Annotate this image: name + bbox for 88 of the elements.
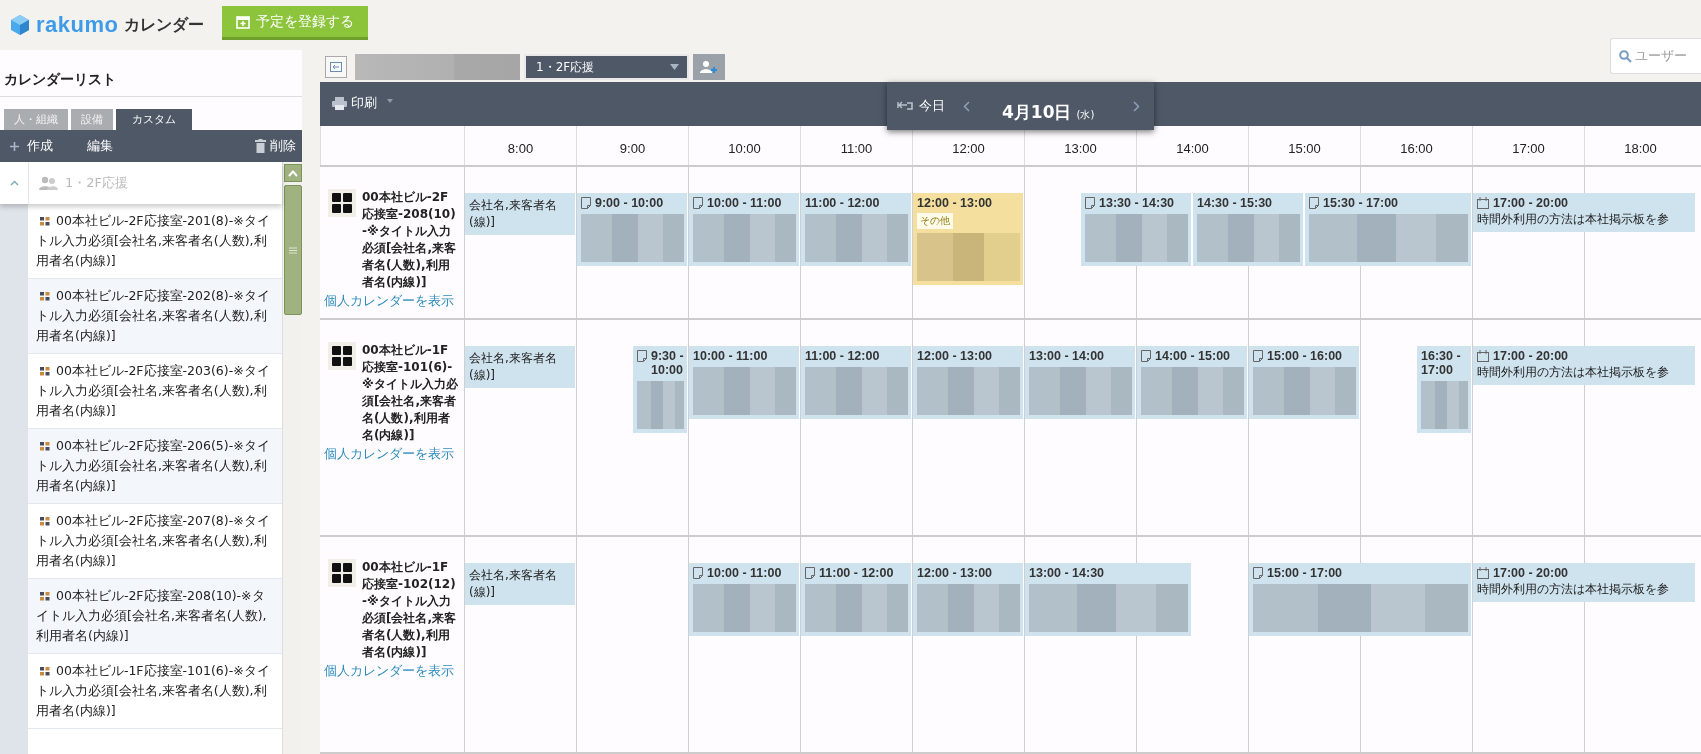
event-time: 17:00 - 20:00 [1493,566,1569,580]
hour-label: 9:00 [576,126,688,165]
event-card[interactable]: 12:00 - 13:00 [913,346,1023,419]
event-card[interactable]: 15:00 - 16:00 [1249,346,1359,419]
print-button[interactable]: 印刷 [332,94,377,112]
event-time: 15:30 - 17:00 [1323,196,1399,210]
product-name: カレンダー [124,14,205,36]
event-card[interactable]: 17:00 - 20:00 時間外利用の方法は本社掲示板を参 [1473,193,1695,232]
calendar-list-item[interactable]: 00本社ビル-2F応接室-202(8)-※タイトル入力必須[会社名,来客者名(人数),利用者名(内線)] [28,279,282,354]
hour-label: 11:00 [800,126,912,165]
event-card[interactable]: 16:30 - 17:00 [1417,346,1471,433]
event-tag: その他 [917,213,953,229]
event-card[interactable]: 10:00 - 11:00 [689,346,799,419]
hour-label: 17:00 [1472,126,1584,165]
calendar-dropdown[interactable]: 1・2F応援 [524,54,689,80]
event-card[interactable]: 17:00 - 20:00 時間外利用の方法は本社掲示板を参 [1473,346,1695,385]
event-card[interactable]: 13:30 - 14:30 [1081,193,1191,266]
tab[interactable]: カスタム [116,109,192,130]
room-name: 00本社ビル-1F応接室-101(6)-※タイトル入力必須[会社名,来客者名(人数),利用者名(内線)] [362,342,459,444]
room-name: 00本社ビル-1F応接室-102(12)-※タイトル入力必須[会社名,来客者名(人数),利用者名(内線)] [362,559,458,661]
event-time: 10:00 - 11:00 [707,566,782,580]
event-time: 14:00 - 15:00 [1155,349,1231,363]
event-time: 10:00 - 11:00 [707,196,782,210]
today-button[interactable]: 今日 [897,97,945,115]
event-card[interactable]: 14:00 - 15:00 [1137,346,1247,419]
event-time: 11:00 - 12:00 [805,349,880,363]
event-text: 会社名,来客者名(線)] [469,197,558,231]
hour-label: 14:00 [1136,126,1248,165]
event-card[interactable]: 11:00 - 12:00 [801,193,911,266]
event-time: 12:00 - 13:00 [917,349,993,363]
event-card[interactable]: 12:00 - 13:00 [913,563,1023,636]
room-name: 00本社ビル-2F応接室-208(10)-※タイトル入力必須[会社名,来客者名(人数),利用者名(内線)] [362,189,458,291]
event-card[interactable]: 会社名,来客者名(線)] [465,346,575,388]
hour-label: 18:00 [1584,126,1696,165]
event-card[interactable]: 13:00 - 14:30 [1025,563,1191,636]
group-name: 1・2F応援 [65,174,129,192]
event-text: 時間外利用の方法は本社掲示板を参 [1477,364,1670,381]
event-card[interactable]: 11:00 - 12:00 [801,346,911,419]
event-time: 13:30 - 14:30 [1099,196,1175,210]
event-time: 13:00 - 14:00 [1029,349,1105,363]
personal-calendar-link[interactable]: 個人カレンダーを表示 [324,293,460,310]
event-card[interactable]: 17:00 - 20:00 時間外利用の方法は本社掲示板を参 [1473,563,1695,602]
hour-label: 15:00 [1248,126,1360,165]
event-time: 9:00 - 10:00 [595,196,664,210]
event-text: 会社名,来客者名(線)] [469,567,558,601]
event-time: 11:00 - 12:00 [805,196,880,210]
event-time: 17:00 - 20:00 [1493,349,1569,363]
event-card[interactable]: 10:00 - 11:00 [689,193,799,266]
toolbar-button[interactable]: 削除 [255,137,296,155]
calendar-list-item[interactable]: 00本社ビル-2F応接室-206(5)-※タイトル入力必須[会社名,来客者名(人数),利用者名(内線)] [28,429,282,504]
event-text: 会社名,来客者名(線)] [469,350,558,384]
event-card[interactable]: 11:00 - 12:00 [801,563,911,636]
event-card[interactable]: 15:30 - 17:00 [1305,193,1471,266]
event-card[interactable]: 10:00 - 11:00 [689,563,799,636]
event-time: 11:00 - 12:00 [819,566,894,580]
event-time: 10:00 - 11:00 [693,349,768,363]
event-card[interactable]: 13:00 - 14:00 [1025,346,1135,419]
event-text: 時間外利用の方法は本社掲示板を参 [1477,211,1670,228]
event-card[interactable]: 12:00 - 13:00 その他 [913,193,1023,285]
event-card[interactable]: 9:30 - 10:00 [633,346,687,433]
hour-label: 10:00 [688,126,800,165]
toolbar-button[interactable]: 作成 [10,137,53,155]
event-time: 17:00 - 20:00 [1493,196,1569,210]
hour-label: 8:00 [464,126,576,165]
event-card[interactable]: 会社名,来客者名(線)] [465,563,575,605]
event-time: 12:00 - 13:00 [917,566,993,580]
event-time: 15:00 - 16:00 [1267,349,1343,363]
event-card[interactable]: 14:30 - 15:30 [1193,193,1303,266]
event-time: 15:00 - 17:00 [1267,566,1343,580]
toolbar-button[interactable]: 編集 [87,137,113,155]
event-time: 9:30 - 10:00 [651,349,684,377]
event-card[interactable]: 会社名,来客者名(線)] [465,193,575,235]
hour-label: 16:00 [1360,126,1472,165]
hour-label: 13:00 [1024,126,1136,165]
logo-text: rakumo [36,12,119,38]
event-text: 時間外利用の方法は本社掲示板を参 [1477,581,1670,598]
event-card[interactable]: 9:00 - 10:00 [577,193,687,266]
event-time: 14:30 - 15:30 [1197,196,1273,210]
hour-label: 12:00 [912,126,1024,165]
event-time: 13:00 - 14:30 [1029,566,1105,580]
event-time: 12:00 - 13:00 [917,196,993,210]
event-card[interactable]: 15:00 - 17:00 [1249,563,1471,636]
calendar-list-item[interactable]: 00本社ビル-2F応接室-208(10)-※タイトル入力必須[会社名,来客者名(人数),利用者名(内線)] [28,579,282,654]
weekday: (水) [1076,107,1095,122]
personal-calendar-link[interactable]: 個人カレンダーを表示 [324,663,460,680]
current-date: 4月10日 [1002,100,1072,124]
event-time: 16:30 - 17:00 [1421,349,1462,377]
personal-calendar-link[interactable]: 個人カレンダーを表示 [324,446,460,463]
